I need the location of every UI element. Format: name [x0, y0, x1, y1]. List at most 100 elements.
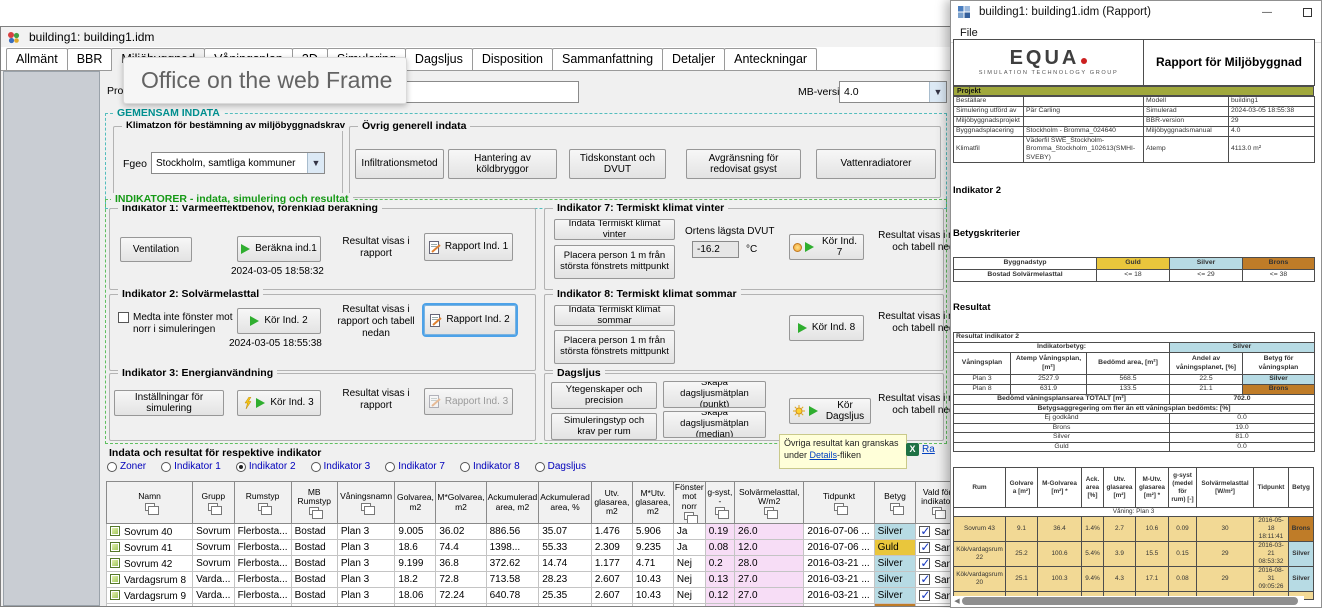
filter-icon[interactable] — [309, 507, 319, 515]
kor-ind3-button[interactable]: Kör Ind. 3 — [237, 390, 321, 416]
checkbox-icon[interactable] — [919, 574, 930, 585]
filter-icon[interactable] — [258, 503, 268, 511]
radio-label: Indikator 2 — [249, 461, 296, 472]
column-header-rumstyp[interactable]: Rumstyp — [234, 482, 291, 524]
column-header-fönster-mot-norr[interactable]: Fönster mot norr — [673, 482, 705, 524]
checkbox-icon[interactable] — [919, 558, 930, 569]
skapa-matplan-median-button[interactable]: Skapa dagsljusmätplan (median) — [663, 411, 766, 438]
cell: Betygsaggregering om fler än ett vånings… — [954, 405, 1315, 414]
column-header-namn[interactable]: Namn — [107, 482, 193, 524]
rapport-ind1-button[interactable]: Rapport Ind. 1 — [424, 233, 513, 261]
kor-ind8-button[interactable]: Kör Ind. 8 — [789, 315, 864, 341]
table-row[interactable]: Vardagsrum 8Varda...Flerbosta...BostadPl… — [107, 572, 959, 588]
table-row[interactable]: Sovrum 43SovrumFlerbosta...BostadPlan 39… — [107, 604, 959, 607]
scrollbar-thumb[interactable] — [962, 597, 1298, 605]
filter-icon[interactable] — [932, 507, 942, 515]
horizontal-scrollbar[interactable]: ◀ — [952, 596, 1304, 606]
details-link[interactable]: Details — [810, 450, 838, 460]
kor-dagsljus-button[interactable]: Kör Dagsljus — [789, 398, 871, 424]
filter-icon[interactable] — [684, 512, 694, 520]
scroll-left-icon[interactable]: ◀ — [952, 597, 962, 605]
fgeo-select[interactable]: Stockholm, samtliga kommuner ▼ — [151, 152, 325, 174]
screen: building1: building1.idm AllmäntBBRMiljö… — [0, 0, 1322, 608]
tab-dagsljus[interactable]: Dagsljus — [405, 48, 473, 70]
table-row[interactable]: Sovrum 42SovrumFlerbosta...BostadPlan 39… — [107, 556, 959, 572]
tab-sammanfattning[interactable]: Sammanfattning — [552, 48, 663, 70]
result-table: Resultat indikator 2Indikatorbetyg:Silve… — [953, 332, 1315, 452]
column-header-mb-rumstyp[interactable]: MB Rumstyp — [291, 482, 337, 524]
minimize-button[interactable]: — — [1251, 1, 1283, 23]
radio-zoner[interactable]: Zoner — [107, 461, 146, 472]
installningar-simulering-button[interactable]: Inställningar för simulering — [114, 390, 224, 416]
column-header-tidpunkt[interactable]: Tidpunkt — [804, 482, 874, 524]
play-icon — [809, 406, 818, 416]
avgransning-button[interactable]: Avgränsning för redovisat gsyst — [686, 149, 801, 179]
cell: 15.5 — [1136, 542, 1169, 567]
radio-dagsljus[interactable]: Dagsljus — [535, 461, 586, 472]
kor-ind7-button[interactable]: Kör Ind. 7 — [789, 234, 864, 260]
indata-termiskt-vinter-button[interactable]: Indata Termiskt klimat vinter — [554, 219, 675, 240]
column-header-betyg[interactable]: Betyg — [874, 482, 916, 524]
tidskonstant-och-dvut-button[interactable]: Tidskonstant och DVUT — [569, 149, 666, 179]
rapport-ind3-button[interactable]: Rapport Ind. 3 — [424, 388, 513, 415]
vattenradiatorer-button[interactable]: Vattenradiatorer — [816, 149, 936, 179]
filter-icon[interactable] — [764, 507, 774, 515]
menu-file[interactable]: File — [960, 27, 978, 39]
skapa-matplan-punkt-button[interactable]: Skapa dagsljusmätplan (punkt) — [663, 381, 766, 408]
checkbox-icon[interactable] — [919, 606, 930, 607]
tab-bbr[interactable]: BBR — [67, 48, 113, 70]
hantering-av-koldbryggor-button[interactable]: Hantering av köldbryggor — [448, 149, 557, 179]
filter-icon[interactable] — [715, 507, 725, 515]
infiltrationsmetod-button[interactable]: Infiltrationsmetod — [355, 149, 444, 179]
simuleringstyp-button[interactable]: Simuleringstyp och krav per rum — [551, 413, 657, 440]
placera-person-vinter-button[interactable]: Placera person 1 m från största fönstret… — [554, 245, 675, 279]
cell: Bedömd våningsplansarea TOTALT [m²] — [954, 395, 1170, 405]
column-header-m-golvarea-m2[interactable]: M*Golvarea, m2 — [436, 482, 486, 524]
table-row[interactable]: Sovrum 40SovrumFlerbosta...BostadPlan 39… — [107, 524, 959, 540]
rapport-ind2-button[interactable]: Rapport Ind. 2 — [424, 305, 516, 335]
column-header-golvarea-m2[interactable]: Golvarea, m2 — [395, 482, 436, 524]
dvut-field[interactable]: -16.2 — [692, 241, 739, 258]
radio-indikator-2[interactable]: Indikator 2 — [236, 461, 296, 472]
column-header-grupp[interactable]: Grupp — [193, 482, 234, 524]
tab-disposition[interactable]: Disposition — [472, 48, 553, 70]
column-header-m-utv-glasarea-m2[interactable]: M*Utv. glasarea, m2 — [632, 482, 673, 524]
cell: 2016-07-06 ... — [804, 524, 874, 540]
column-header-utv-glasarea-m2[interactable]: Utv. glasarea, m2 — [591, 482, 632, 524]
column-header-ackumulerad-area-[interactable]: Ackumulerad area, % — [539, 482, 592, 524]
table-row[interactable]: Vardagsrum 9Varda...Flerbosta...BostadPl… — [107, 588, 959, 604]
kor-ind2-button[interactable]: Kör Ind. 2 — [237, 308, 321, 334]
filter-icon[interactable] — [208, 503, 218, 511]
radio-indikator-7[interactable]: Indikator 7 — [385, 461, 445, 472]
column-header-våningsnamn[interactable]: Våningsnamn — [337, 482, 395, 524]
cell: 10.43 — [632, 588, 673, 604]
berakna-ind1-button[interactable]: Beräkna ind.1 — [237, 236, 321, 262]
maximize-button[interactable] — [1291, 1, 1322, 23]
placera-person-sommar-button[interactable]: Placera person 1 m från största fönstret… — [554, 330, 675, 364]
tab-allmänt[interactable]: Allmänt — [6, 48, 68, 70]
checkbox-icon[interactable] — [919, 526, 930, 537]
medta-inte-fonster-checkbox[interactable]: Medta inte fönster mot norr i simulering… — [118, 312, 236, 336]
room-detail-table: RumGolvarea [m²]M-Golvarea [m²] *Ack. ar… — [953, 467, 1314, 600]
mb-version-select[interactable]: 4.0 ▼ — [839, 81, 947, 103]
column-header-g-syst-[interactable]: g-syst, - — [705, 482, 734, 524]
excel-report-link[interactable]: X Ra — [906, 443, 935, 456]
ventilation-button[interactable]: Ventilation — [120, 237, 192, 262]
radio-indikator-1[interactable]: Indikator 1 — [161, 461, 221, 472]
column-header-ackumulerad-area-m2[interactable]: Ackumulerad area, m2 — [486, 482, 539, 524]
radio-indikator-8[interactable]: Indikator 8 — [460, 461, 520, 472]
filter-icon[interactable] — [834, 503, 844, 511]
ytegenskaper-button[interactable]: Ytegenskaper och precision — [551, 382, 657, 409]
filter-icon[interactable] — [145, 503, 155, 511]
filter-icon[interactable] — [361, 503, 371, 511]
filter-icon[interactable] — [890, 503, 900, 511]
column-header-solvärmelasttal-w-m2[interactable]: Solvärmelasttal, W/m2 — [735, 482, 804, 524]
checkbox-icon[interactable] — [919, 542, 930, 553]
info-cell: Atemp — [1144, 137, 1229, 163]
tab-anteckningar[interactable]: Anteckningar — [724, 48, 817, 70]
tab-detaljer[interactable]: Detaljer — [662, 48, 725, 70]
radio-indikator-3[interactable]: Indikator 3 — [311, 461, 371, 472]
indata-termiskt-sommar-button[interactable]: Indata Termiskt klimat sommar — [554, 305, 675, 326]
table-row[interactable]: Sovrum 41SovrumFlerbosta...BostadPlan 31… — [107, 540, 959, 556]
checkbox-icon[interactable] — [919, 590, 930, 601]
